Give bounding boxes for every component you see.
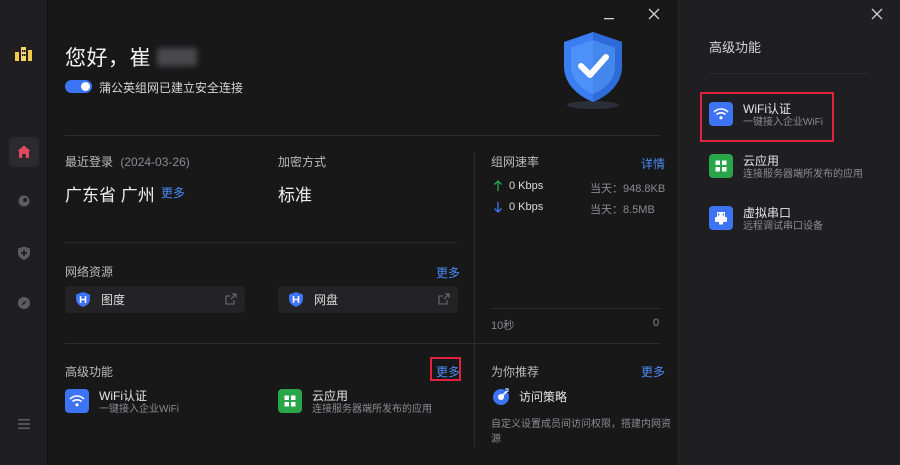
location-more-link[interactable]: 更多	[161, 184, 185, 201]
arrow-down-icon	[494, 202, 502, 213]
feature-subtitle: 连接服务器端所发布的应用	[312, 404, 432, 415]
external-link-icon[interactable]	[438, 293, 450, 305]
encrypt-value: 标准	[278, 186, 312, 205]
serial-port-icon	[709, 206, 733, 230]
grid-apps-icon	[278, 389, 302, 413]
feature-cloud-app[interactable]: 云应用 连接服务器端所发布的应用	[278, 389, 432, 417]
feature-title: 云应用	[312, 389, 349, 403]
speed-detail-link[interactable]: 详情	[641, 155, 665, 172]
shield-h-icon	[289, 292, 303, 307]
speed-time-label: 10秒	[491, 320, 515, 332]
grid-apps-icon	[709, 154, 733, 178]
minimize-button[interactable]	[601, 6, 617, 22]
compass-icon	[18, 297, 30, 309]
speed-axis	[491, 308, 661, 309]
minimize-icon	[604, 18, 614, 20]
upload-speed: 0 Kbps	[493, 180, 543, 192]
feature-subtitle: 一键接入企业WiFi	[99, 404, 179, 415]
close-icon	[648, 8, 660, 20]
download-today: 当天：8.5MB	[590, 204, 655, 216]
panel-close-button[interactable]	[869, 6, 885, 22]
feature-title: WiFi认证	[743, 102, 791, 116]
sidebar-item-devices[interactable]	[9, 186, 39, 216]
feature-subtitle: 远程调试串口设备	[743, 221, 823, 232]
greeting: 您好，崔	[65, 42, 197, 72]
access-policy-icon	[493, 388, 509, 405]
feature-title: 虚拟串口	[743, 206, 792, 220]
resource-item-label: 图度	[101, 293, 126, 307]
close-icon	[871, 8, 883, 20]
divider	[709, 73, 869, 74]
divider	[65, 343, 661, 344]
panel-title: 高级功能	[709, 40, 762, 55]
sidebar	[0, 0, 48, 465]
column-divider	[474, 152, 475, 447]
resource-item[interactable]: 网盘	[278, 286, 458, 313]
shield-h-icon	[76, 292, 90, 307]
username-blurred	[157, 48, 197, 66]
divider	[65, 135, 661, 136]
feature-subtitle: 连接服务器端所发布的应用	[743, 169, 863, 180]
network-resources-more-link[interactable]: 更多	[436, 264, 460, 281]
feature-title: 云应用	[743, 154, 780, 168]
resource-item[interactable]: 图度	[65, 286, 245, 313]
app-logo-icon	[9, 38, 39, 68]
advanced-panel: 高级功能 WiFi认证 一键接入企业WiFi 云应用 连接服务器端所发布的应用 …	[678, 0, 900, 465]
upload-today: 当天：948.8KB	[590, 183, 666, 195]
encrypt-label: 加密方式	[278, 155, 327, 169]
connection-status: 蒲公英组网已建立安全连接	[99, 81, 244, 95]
feature-wifi-auth[interactable]: WiFi认证 一键接入企业WiFi	[65, 389, 179, 417]
menu-icon	[18, 419, 30, 429]
sidebar-item-discover[interactable]	[9, 288, 39, 318]
highlight-box	[430, 357, 461, 381]
panel-feature-wifi-auth[interactable]: WiFi认证 一键接入企业WiFi	[709, 102, 823, 130]
arrow-up-icon	[494, 180, 502, 191]
panel-feature-virtual-serial[interactable]: 虚拟串口 远程调试串口设备	[709, 206, 823, 234]
location-value: 广东省 广州	[65, 186, 155, 205]
panel-feature-cloud-app[interactable]: 云应用 连接服务器端所发布的应用	[709, 154, 863, 182]
download-speed: 0 Kbps	[493, 201, 543, 213]
connection-toggle[interactable]	[65, 80, 92, 93]
advanced-title: 高级功能	[65, 365, 114, 379]
home-icon	[17, 145, 31, 158]
greeting-text: 您好，崔	[65, 47, 151, 70]
recommend-item-desc: 自定义设置成员间访问权限，搭建内网资源	[491, 419, 671, 445]
shield-check-icon	[564, 32, 622, 109]
external-link-icon[interactable]	[225, 293, 237, 305]
recommend-item-title: 访问策略	[519, 390, 568, 404]
network-resources-title: 网络资源	[65, 265, 114, 279]
sidebar-menu-button[interactable]	[9, 409, 39, 439]
shield-plus-icon	[18, 246, 30, 260]
divider	[65, 242, 457, 243]
close-button[interactable]	[646, 6, 662, 22]
sidebar-item-home[interactable]	[9, 137, 39, 167]
recommend-title: 为你推荐	[491, 365, 540, 379]
feature-subtitle: 一键接入企业WiFi	[743, 117, 823, 128]
device-icon	[18, 195, 30, 207]
resource-item-label: 网盘	[314, 293, 339, 307]
wifi-icon	[65, 389, 89, 413]
main-panel: 您好，崔 蒲公英组网已建立安全连接 最近登录 (2024-03-26) 广东省 …	[48, 0, 678, 465]
sidebar-item-security[interactable]	[9, 238, 39, 268]
wifi-icon	[709, 102, 733, 126]
last-login-label: 最近登录 (2024-03-26)	[65, 155, 190, 169]
speed-title: 组网速率	[491, 155, 540, 169]
speed-axis-zero: 0	[653, 317, 660, 329]
recommend-more-link[interactable]: 更多	[641, 363, 665, 380]
feature-title: WiFi认证	[99, 389, 147, 403]
recommend-item[interactable]: 访问策略	[491, 387, 567, 407]
